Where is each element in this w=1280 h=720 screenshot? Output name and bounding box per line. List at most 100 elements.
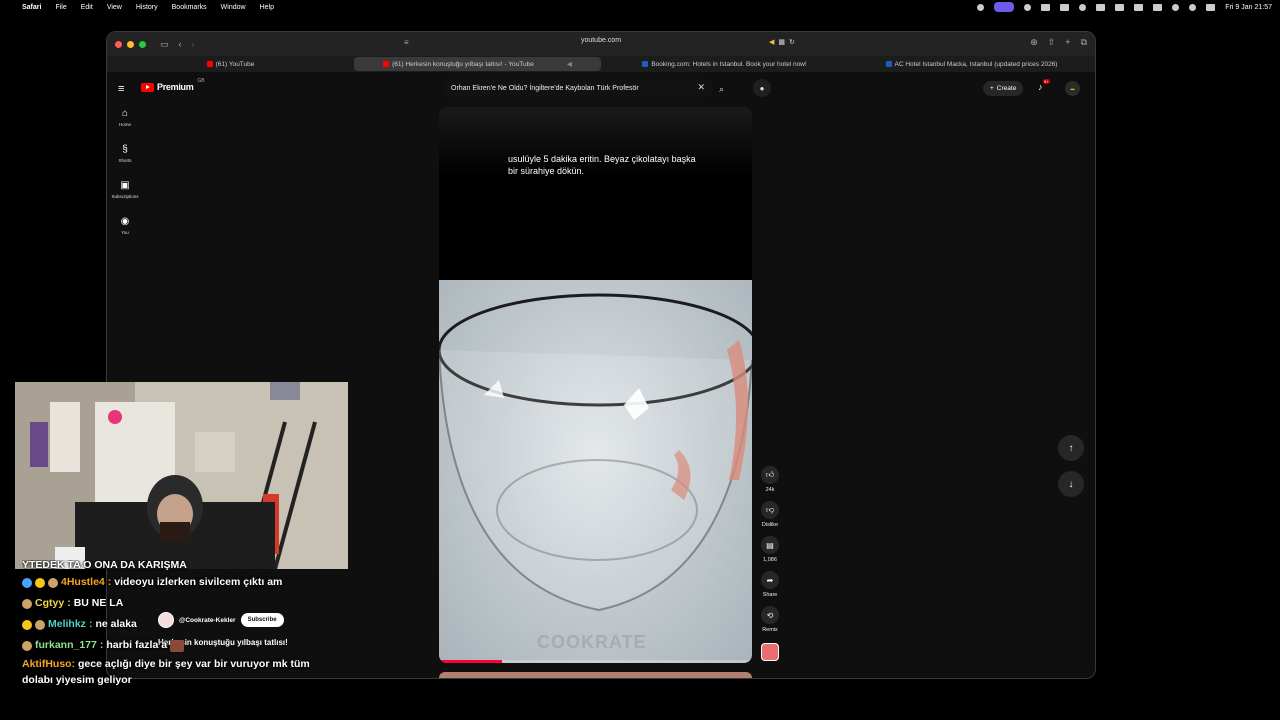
page-settings-icon[interactable]: ≡ bbox=[404, 38, 409, 47]
address-bar[interactable]: youtube.com bbox=[581, 37, 621, 44]
youtube-favicon-icon bbox=[383, 61, 390, 67]
nav-subscriptions[interactable]: ▣ Subscriptions bbox=[107, 180, 143, 199]
clock[interactable]: Fri 9 Jan 21:57 bbox=[1225, 4, 1272, 11]
thumbs-down-icon[interactable]: 👎︎ bbox=[761, 501, 779, 519]
dislike-action[interactable]: 👎︎ Dislike bbox=[758, 501, 782, 528]
share-icon[interactable]: ⇧ bbox=[1048, 37, 1056, 48]
menu-window[interactable]: Window bbox=[221, 4, 246, 11]
notification-badge: 9+ bbox=[1043, 79, 1050, 84]
video-caption: usulüyle 5 dakika eritin. Beyaz çikolata… bbox=[508, 154, 696, 176]
next-short-button[interactable]: ↓ bbox=[1058, 471, 1084, 497]
nav-shorts[interactable]: § Shorts bbox=[107, 144, 143, 163]
youtube-favicon-icon bbox=[206, 61, 213, 67]
volume-icon[interactable] bbox=[1096, 3, 1106, 11]
youtube-premium-logo[interactable]: Premium GB bbox=[141, 78, 205, 92]
arrow-up-icon: ↑ bbox=[1068, 442, 1074, 454]
safari-toolbar: ▭ ‹ › ≡ youtube.com ◀ ▦ ↻ ⊕ ⇧ + ⧉ bbox=[107, 32, 1095, 56]
reload-icon[interactable]: ↻ bbox=[789, 38, 795, 46]
previous-short-button[interactable]: ↑ bbox=[1058, 435, 1084, 461]
you-icon: ◉ bbox=[120, 216, 130, 227]
menu-history[interactable]: History bbox=[136, 4, 158, 11]
comments-action[interactable]: ▤ 1,086 bbox=[758, 536, 782, 563]
wifi-icon[interactable] bbox=[1134, 3, 1144, 11]
chat-badge-icon bbox=[22, 577, 32, 588]
comment-icon[interactable]: ▤ bbox=[761, 536, 779, 554]
search-input[interactable]: Orhan Ekren'e Ne Oldu? İngiltere'de Kayb… bbox=[443, 79, 713, 97]
downloads-icon[interactable]: ⊕ bbox=[1030, 37, 1038, 48]
nav-home[interactable]: ⌂ Home bbox=[107, 108, 143, 127]
booking-favicon-icon bbox=[885, 61, 892, 67]
bluetooth-icon[interactable] bbox=[1115, 3, 1125, 11]
menu-icon[interactable]: ≡ bbox=[118, 84, 128, 95]
user-icon[interactable] bbox=[1189, 3, 1197, 11]
notifications-icon[interactable]: ♪ 9+ bbox=[1038, 79, 1050, 92]
search-icon[interactable]: ⌕ bbox=[719, 84, 724, 95]
tab-youtube-short[interactable]: (61) Herkesin konuştuğu yılbaşı tatlısı!… bbox=[354, 57, 601, 71]
search-icon[interactable] bbox=[1172, 3, 1180, 11]
menu-edit[interactable]: Edit bbox=[81, 4, 93, 11]
stream-chat: YTEDEK TA O ONA DA KARIŞMA 4Hustle4: vid… bbox=[22, 560, 342, 688]
video-progress-bar[interactable] bbox=[439, 660, 752, 663]
like-action[interactable]: 👍︎ 24k bbox=[758, 466, 782, 493]
subscriptions-icon: ▣ bbox=[120, 180, 130, 191]
remix-action[interactable]: ⟲ Remix bbox=[758, 606, 782, 633]
menu-help[interactable]: Help bbox=[260, 4, 274, 11]
chat-badge-icon bbox=[22, 619, 32, 630]
macos-menu-bar: Safari File Edit View History Bookmarks … bbox=[0, 0, 1280, 14]
zoom-window-button[interactable] bbox=[139, 40, 146, 48]
plus-icon: + bbox=[990, 85, 994, 92]
control-center-icon[interactable] bbox=[1206, 3, 1216, 11]
shorts-player[interactable]: usulüyle 5 dakika eritin. Beyaz çikolata… bbox=[439, 107, 752, 663]
chat-message-cutoff: YTEDEK TA O ONA DA KARIŞMA bbox=[22, 560, 187, 571]
status-icon[interactable] bbox=[1060, 3, 1070, 11]
menu-app-name[interactable]: Safari bbox=[22, 4, 41, 11]
webcam-image bbox=[15, 382, 348, 569]
translate-icon[interactable]: ▦ bbox=[778, 38, 785, 46]
chat-message: AktifHuso: gece açlığı diye bir şey var … bbox=[22, 658, 310, 686]
speaker-icon[interactable]: ◀ bbox=[769, 38, 774, 46]
side-navigation: ⌂ Home § Shorts ▣ Subscriptions ◉ You bbox=[107, 108, 143, 252]
status-icon[interactable] bbox=[1024, 3, 1032, 11]
sound-thumbnail[interactable] bbox=[761, 643, 779, 661]
tab-ac-hotel[interactable]: AC Hotel Istanbul Macka, Istanbul (updat… bbox=[848, 56, 1095, 72]
microphone-icon[interactable]: ● bbox=[753, 79, 771, 97]
video-progress-fill bbox=[439, 660, 502, 663]
menu-view[interactable]: View bbox=[107, 4, 122, 11]
share-action[interactable]: ➦ Share bbox=[758, 571, 782, 598]
avatar[interactable]: ▬ bbox=[1065, 81, 1080, 96]
youtube-header: ≡ Premium GB Orhan Ekren'e Ne Oldu? İngi… bbox=[107, 72, 1095, 108]
tab-overview-icon[interactable]: ⧉ bbox=[1081, 37, 1087, 48]
battery-icon[interactable] bbox=[1153, 3, 1163, 11]
screen-record-icon[interactable] bbox=[994, 2, 1015, 12]
menu-file[interactable]: File bbox=[55, 4, 66, 11]
chat-message: Melihkz: ne alaka bbox=[22, 614, 342, 635]
chat-badge-icon bbox=[48, 577, 58, 588]
sidebar-icon[interactable]: ▭ bbox=[160, 39, 169, 50]
close-window-button[interactable] bbox=[115, 40, 122, 48]
tab-booking[interactable]: Booking.com: Hotels in Istanbul. Book yo… bbox=[601, 56, 848, 72]
youtube-logo-icon bbox=[141, 82, 154, 92]
video-frame: COOKRATE bbox=[439, 280, 752, 663]
forward-icon[interactable]: › bbox=[192, 39, 195, 50]
chat-badge-icon bbox=[22, 598, 32, 609]
status-icon[interactable] bbox=[1041, 3, 1051, 11]
menu-bookmarks[interactable]: Bookmarks bbox=[172, 4, 207, 11]
minimize-window-button[interactable] bbox=[127, 40, 134, 48]
nav-you[interactable]: ◉ You bbox=[107, 216, 143, 235]
remix-icon[interactable]: ⟲ bbox=[761, 606, 779, 624]
chat-badge-icon bbox=[35, 619, 45, 630]
next-short-preview bbox=[439, 672, 752, 678]
share-icon[interactable]: ➦ bbox=[761, 571, 779, 589]
tab-youtube-home[interactable]: (61) YouTube bbox=[107, 56, 354, 72]
status-icon[interactable] bbox=[1079, 3, 1087, 11]
tab-audio-icon[interactable]: ◀ bbox=[567, 60, 572, 68]
thumbs-up-icon[interactable]: 👍︎ bbox=[761, 466, 779, 484]
clear-search-icon[interactable]: ✕ bbox=[697, 82, 705, 93]
video-watermark: COOKRATE bbox=[537, 632, 647, 652]
sound-action[interactable] bbox=[758, 641, 782, 661]
back-icon[interactable]: ‹ bbox=[179, 39, 182, 50]
status-icon[interactable] bbox=[977, 3, 985, 11]
create-button[interactable]: + Create bbox=[983, 81, 1024, 96]
webcam-overlay bbox=[15, 382, 348, 569]
new-tab-icon[interactable]: + bbox=[1065, 37, 1070, 48]
